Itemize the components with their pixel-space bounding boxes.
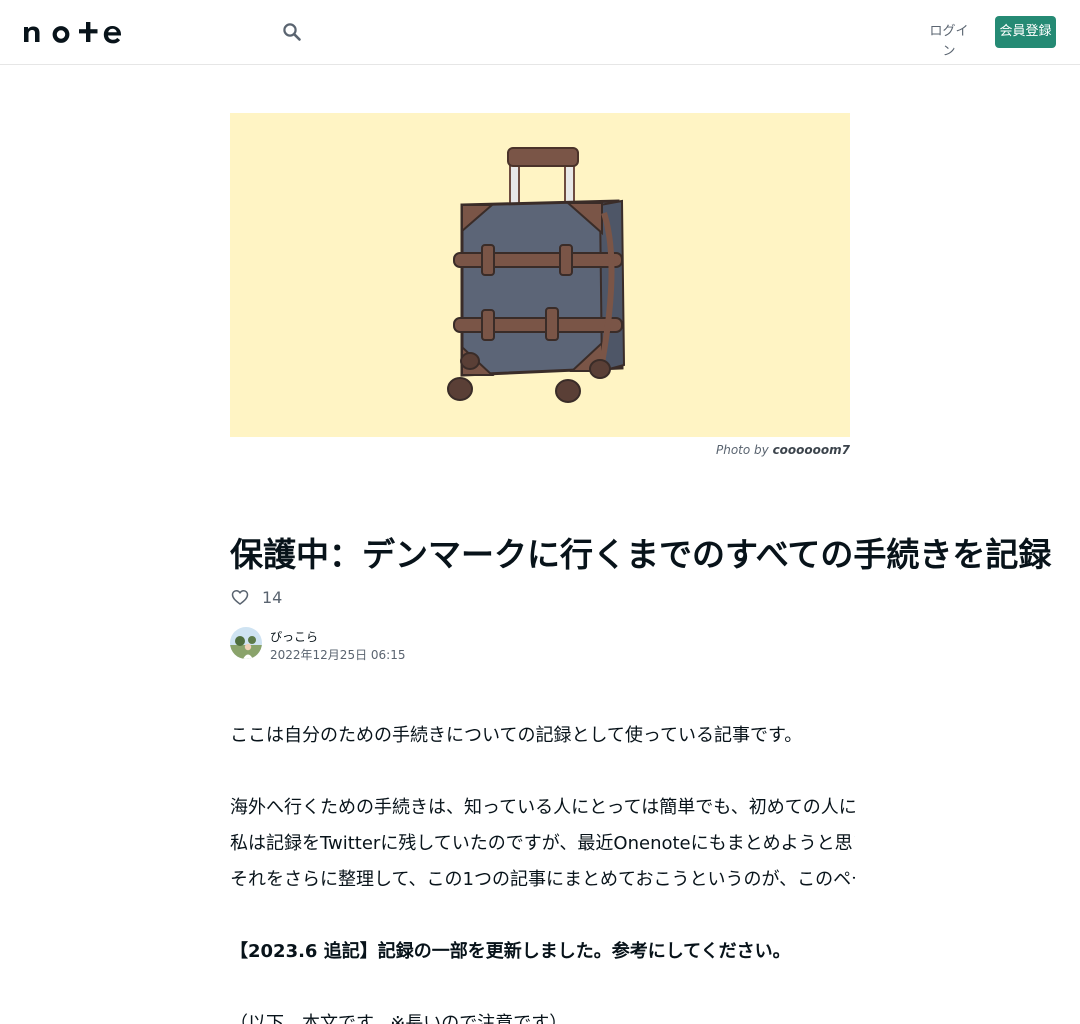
credit-prefix: Photo by xyxy=(715,443,773,457)
paragraph-note: 【2023.6 追記】記録の一部を更新しました。参考にしてください。 xyxy=(230,941,791,962)
avatar-image-icon xyxy=(230,627,262,659)
article-title: 保護中：デンマークに行くまでのすべての手続きを記録 xyxy=(230,535,1052,574)
like-button[interactable]: 14 xyxy=(230,586,282,608)
paragraph: （以下、本文です。※長いので注意です） xyxy=(230,1013,568,1024)
photo-credit: Photo by coooooom7 xyxy=(560,443,850,457)
suitcase-illustration xyxy=(447,147,626,403)
paragraph: 海外へ行くための手続きは、知っている人にとっては簡単でも、初めての人にはとてもむ… xyxy=(230,797,855,818)
like-count: 14 xyxy=(262,587,283,607)
login-link[interactable]: ログイン xyxy=(926,22,972,59)
search-button[interactable] xyxy=(278,18,306,46)
heart-icon xyxy=(231,590,249,605)
search-icon xyxy=(283,23,301,41)
post-date: 2022年12月25日 06:15 xyxy=(270,648,406,662)
author-name[interactable]: ぴっこら xyxy=(270,628,318,645)
paragraph: 私は記録をTwitterに残していたのですが、最近Onenoteにもまとめようと… xyxy=(230,833,855,854)
paragraph: ここは自分のための手続きについての記録として使っている記事です。 xyxy=(230,725,803,746)
credit-author-link[interactable]: coooooom7 xyxy=(773,443,850,457)
hero-image xyxy=(230,113,850,437)
note-logo[interactable] xyxy=(24,18,124,46)
article-body: ここは自分のための手続きについての記録として使っている記事です。 海外へ行くため… xyxy=(230,718,855,1024)
signup-button[interactable]: 会員登録 xyxy=(995,16,1056,48)
avatar[interactable] xyxy=(230,627,262,659)
top-header: ログイン 会員登録 xyxy=(0,0,1080,65)
paragraph: それをさらに整理して、この1つの記事にまとめておこうというのが、このページの目的… xyxy=(230,869,855,890)
